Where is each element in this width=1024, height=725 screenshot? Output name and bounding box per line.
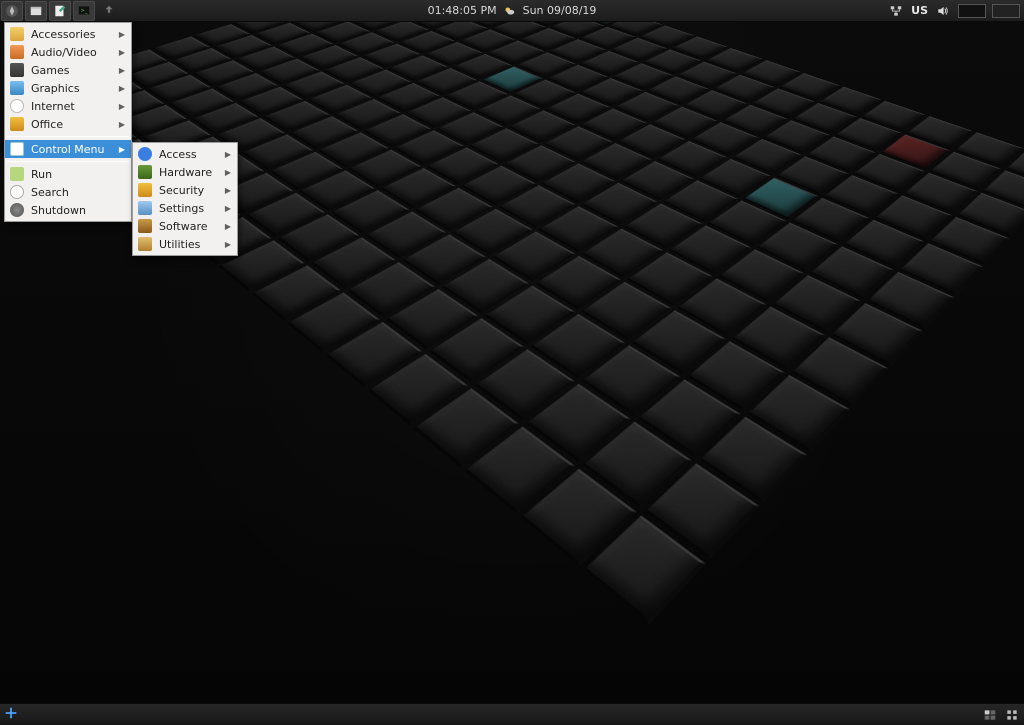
distro-logo-icon xyxy=(5,4,19,18)
submenu-item-utilities[interactable]: Utilities ▶ xyxy=(133,235,237,253)
chevron-right-icon: ▶ xyxy=(225,168,231,177)
submenu-item-access[interactable]: Access ▶ xyxy=(133,145,237,163)
tile-windows-button[interactable] xyxy=(1004,707,1020,723)
search-icon xyxy=(9,184,25,200)
menu-item-label: Control Menu xyxy=(31,143,113,156)
access-icon xyxy=(137,146,153,162)
text-editor-icon xyxy=(53,4,67,18)
desktop-wallpaper xyxy=(0,22,1024,703)
chevron-right-icon: ▶ xyxy=(119,48,125,57)
svg-text:>_: >_ xyxy=(81,8,88,14)
battery-indicator-1[interactable] xyxy=(958,4,986,18)
submenu-item-software[interactable]: Software ▶ xyxy=(133,217,237,235)
keyboard-layout-indicator[interactable]: US xyxy=(911,4,928,17)
chevron-right-icon: ▶ xyxy=(119,30,125,39)
submenu-item-security[interactable]: Security ▶ xyxy=(133,181,237,199)
volume-icon[interactable] xyxy=(934,2,952,20)
chevron-right-icon: ▶ xyxy=(225,204,231,213)
menu-item-run[interactable]: Run xyxy=(5,165,131,183)
security-icon xyxy=(137,182,153,198)
menu-item-search[interactable]: Search xyxy=(5,183,131,201)
chevron-right-icon: ▶ xyxy=(225,240,231,249)
submenu-item-label: Software xyxy=(159,220,219,233)
application-menu: Accessories ▶ Audio/Video ▶ Games ▶ Grap… xyxy=(4,22,132,222)
terminal-launcher[interactable]: >_ xyxy=(73,1,95,21)
graphics-icon xyxy=(9,80,25,96)
menu-item-audio-video[interactable]: Audio/Video ▶ xyxy=(5,43,131,61)
submenu-item-label: Settings xyxy=(159,202,219,215)
clock-date: Sun 09/08/19 xyxy=(523,4,597,17)
menu-item-shutdown[interactable]: Shutdown xyxy=(5,201,131,219)
menu-item-internet[interactable]: Internet ▶ xyxy=(5,97,131,115)
games-icon xyxy=(9,62,25,78)
file-manager-launcher[interactable] xyxy=(25,1,47,21)
menu-separator xyxy=(7,136,129,137)
menu-item-label: Audio/Video xyxy=(31,46,113,59)
folder-icon xyxy=(9,26,25,42)
panel-clock-area[interactable]: 01:48:05 PM Sun 09/08/19 xyxy=(428,0,597,21)
workspace-switcher[interactable] xyxy=(982,707,998,723)
menu-item-label: Office xyxy=(31,118,113,131)
top-panel: >_ 01:48:05 PM Sun 09/08/19 US xyxy=(0,0,1024,22)
chevron-right-icon: ▶ xyxy=(119,145,125,154)
submenu-item-settings[interactable]: Settings ▶ xyxy=(133,199,237,217)
weather-icon xyxy=(503,4,517,18)
software-icon xyxy=(137,218,153,234)
run-icon xyxy=(9,166,25,182)
office-icon xyxy=(9,116,25,132)
menu-item-accessories[interactable]: Accessories ▶ xyxy=(5,25,131,43)
menu-item-label: Shutdown xyxy=(31,204,125,217)
battery-indicator-2[interactable] xyxy=(992,4,1020,18)
updates-icon[interactable] xyxy=(100,2,118,20)
bottom-panel xyxy=(0,703,1024,725)
wallpaper-cubes xyxy=(75,22,1024,542)
submenu-item-label: Security xyxy=(159,184,219,197)
utilities-icon xyxy=(137,236,153,252)
submenu-item-label: Utilities xyxy=(159,238,219,251)
shutdown-icon xyxy=(9,202,25,218)
menu-item-label: Accessories xyxy=(31,28,113,41)
menu-separator xyxy=(7,161,129,162)
clock-time: 01:48:05 PM xyxy=(428,4,497,17)
chevron-right-icon: ▶ xyxy=(119,102,125,111)
control-submenu: Access ▶ Hardware ▶ Security ▶ Settings … xyxy=(132,142,238,256)
menu-item-label: Search xyxy=(31,186,125,199)
file-manager-icon xyxy=(29,4,43,18)
chevron-right-icon: ▶ xyxy=(225,186,231,195)
menu-item-label: Games xyxy=(31,64,113,77)
hardware-icon xyxy=(137,164,153,180)
control-icon xyxy=(9,141,25,157)
menu-item-graphics[interactable]: Graphics ▶ xyxy=(5,79,131,97)
app-menu-button[interactable] xyxy=(1,1,23,21)
menu-item-games[interactable]: Games ▶ xyxy=(5,61,131,79)
chevron-right-icon: ▶ xyxy=(119,66,125,75)
settings-icon xyxy=(137,200,153,216)
terminal-icon: >_ xyxy=(77,4,91,18)
menu-item-label: Internet xyxy=(31,100,113,113)
menu-item-label: Graphics xyxy=(31,82,113,95)
menu-item-control-menu[interactable]: Control Menu ▶ xyxy=(5,140,131,158)
chevron-right-icon: ▶ xyxy=(225,222,231,231)
audio-icon xyxy=(9,44,25,60)
chevron-right-icon: ▶ xyxy=(225,150,231,159)
network-icon[interactable] xyxy=(887,2,905,20)
menu-item-label: Run xyxy=(31,168,125,181)
panel-launchers: >_ xyxy=(0,0,118,21)
menu-item-office[interactable]: Office ▶ xyxy=(5,115,131,133)
submenu-item-label: Access xyxy=(159,148,219,161)
submenu-item-hardware[interactable]: Hardware ▶ xyxy=(133,163,237,181)
panel-tray: US xyxy=(887,0,1020,21)
chevron-right-icon: ▶ xyxy=(119,84,125,93)
internet-icon xyxy=(9,98,25,114)
text-editor-launcher[interactable] xyxy=(49,1,71,21)
show-desktop-button[interactable] xyxy=(4,706,18,724)
chevron-right-icon: ▶ xyxy=(119,120,125,129)
submenu-item-label: Hardware xyxy=(159,166,219,179)
